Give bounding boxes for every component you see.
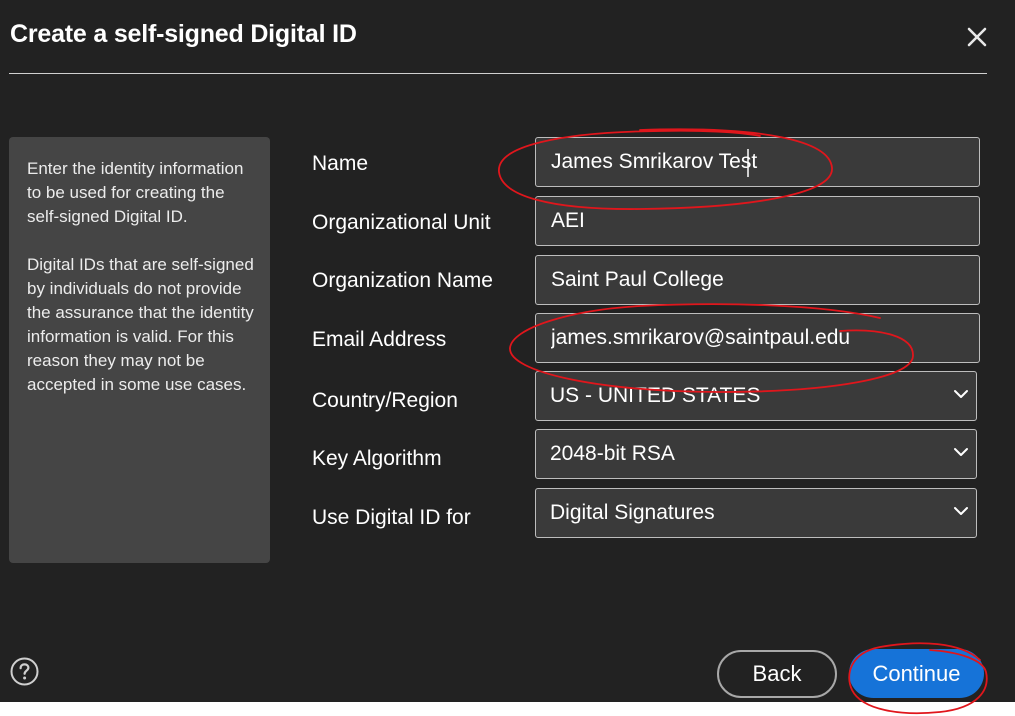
chevron-down-icon xyxy=(954,390,968,398)
dialog-title: Create a self-signed Digital ID xyxy=(10,20,357,48)
organizational-unit-label: Organizational Unit xyxy=(312,211,491,234)
key-algorithm-value: 2048-bit RSA xyxy=(550,442,675,465)
country-region-select[interactable]: US - UNITED STATES xyxy=(535,371,977,421)
info-paragraph: Enter the identity information to be use… xyxy=(27,159,244,226)
info-paragraph: Digital IDs that are self-signed by indi… xyxy=(27,255,254,394)
use-digital-id-for-select[interactable]: Digital Signatures xyxy=(535,488,977,538)
country-region-value: US - UNITED STATES xyxy=(550,384,761,407)
use-digital-id-for-value: Digital Signatures xyxy=(550,501,715,524)
email-address-label: Email Address xyxy=(312,328,447,351)
organization-name-input[interactable] xyxy=(535,255,980,305)
name-label: Name xyxy=(312,152,369,175)
close-icon[interactable] xyxy=(964,24,990,50)
organization-name-label: Organization Name xyxy=(312,269,493,292)
chevron-down-icon xyxy=(954,448,968,456)
key-algorithm-select[interactable]: 2048-bit RSA xyxy=(535,429,977,479)
help-icon[interactable] xyxy=(10,657,39,686)
back-button[interactable]: Back xyxy=(717,650,837,698)
info-panel: Enter the identity information to be use… xyxy=(9,137,270,563)
use-digital-id-for-label: Use Digital ID for xyxy=(312,506,471,529)
title-divider xyxy=(9,73,987,74)
email-address-input[interactable] xyxy=(535,313,980,363)
create-digital-id-dialog: Create a self-signed Digital ID Enter th… xyxy=(0,0,1015,702)
chevron-down-icon xyxy=(954,507,968,515)
continue-button[interactable]: Continue xyxy=(849,649,984,698)
organizational-unit-input[interactable] xyxy=(535,196,980,246)
name-input[interactable] xyxy=(535,137,980,187)
key-algorithm-label: Key Algorithm xyxy=(312,447,442,470)
country-region-label: Country/Region xyxy=(312,389,458,412)
